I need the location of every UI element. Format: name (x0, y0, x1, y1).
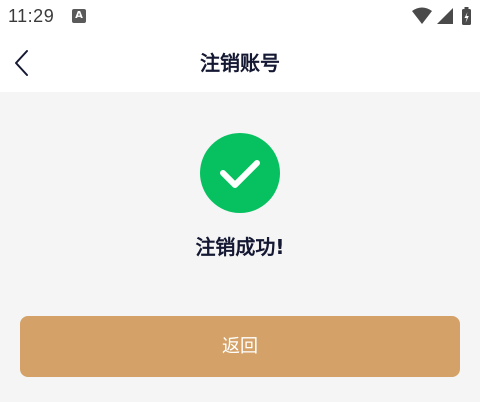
main-content: 注销成功! 返回 (0, 92, 480, 402)
status-time: 11:29 (8, 6, 55, 26)
status-bar: 11:29 A (0, 0, 480, 34)
page-title: 注销账号 (200, 51, 280, 75)
signal-icon (437, 8, 453, 24)
check-icon (220, 160, 260, 188)
success-message: 注销成功! (195, 235, 285, 259)
a-icon: A (72, 9, 86, 23)
nav-bar: 注销账号 (0, 34, 480, 92)
status-icons (410, 6, 474, 26)
check-circle-icon (200, 133, 280, 213)
battery-charging-icon (462, 7, 471, 25)
return-button[interactable]: 返回 (20, 316, 460, 377)
wifi-icon (412, 7, 432, 24)
